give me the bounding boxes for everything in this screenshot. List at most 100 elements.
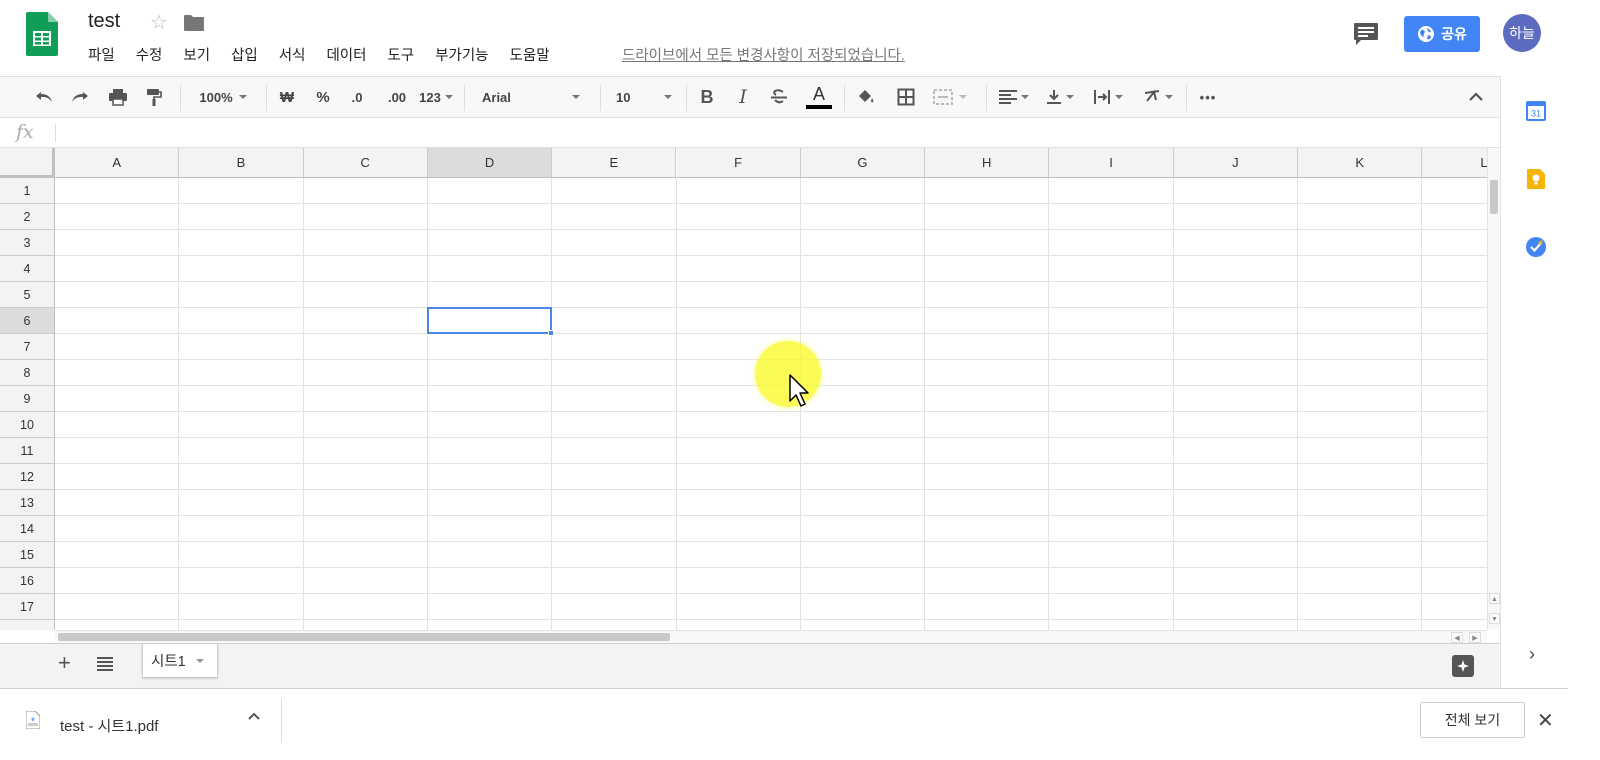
increase-decimal-button[interactable]: .00 (380, 77, 414, 117)
scroll-right-button[interactable]: ▶ (1469, 632, 1481, 643)
more-button[interactable]: ••• (1194, 77, 1222, 117)
font-size-select[interactable]: 10 (608, 77, 680, 117)
add-sheet-button[interactable]: + (58, 650, 71, 676)
show-all-downloads-button[interactable]: 전체 보기 (1420, 702, 1525, 738)
row-header-1[interactable]: 1 (0, 178, 55, 204)
decrease-decimal-button[interactable]: .0 (342, 77, 372, 117)
menu-insert[interactable]: 삽입 (231, 44, 258, 65)
column-header-h[interactable]: H (925, 148, 1050, 178)
menu-view[interactable]: 보기 (183, 44, 210, 65)
row-header-14[interactable]: 14 (0, 516, 55, 542)
column-header-f[interactable]: F (676, 148, 801, 178)
percent-format-button[interactable]: % (310, 77, 336, 117)
row-header-10[interactable]: 10 (0, 412, 55, 438)
close-icon[interactable]: ✕ (1537, 708, 1554, 733)
row-header-partial[interactable] (0, 620, 55, 630)
column-header-l[interactable]: L (1422, 148, 1487, 178)
menu-addons[interactable]: 부가기능 (435, 44, 488, 65)
merge-cells-button[interactable] (928, 77, 972, 117)
italic-glyph: I (739, 86, 747, 108)
vertical-scrollbar[interactable]: ▲ ▼ (1487, 148, 1500, 630)
explore-button[interactable] (1452, 655, 1474, 677)
menu-help[interactable]: 도움말 (510, 44, 550, 65)
sheets-logo-icon[interactable] (26, 12, 58, 56)
font-family-select[interactable]: Arial (472, 77, 590, 117)
column-header-e[interactable]: E (552, 148, 677, 178)
column-header-b[interactable]: B (179, 148, 304, 178)
all-sheets-list-icon[interactable] (97, 657, 113, 671)
row-header-17[interactable]: 17 (0, 594, 55, 620)
horizontal-align-button[interactable] (994, 77, 1034, 117)
download-filename[interactable]: test - 시트1.pdf (60, 715, 158, 736)
row-header-5[interactable]: 5 (0, 282, 55, 308)
horizontal-scroll-thumb[interactable] (58, 633, 670, 641)
chevron-down-icon[interactable] (195, 658, 204, 663)
currency-format-button[interactable]: ₩ (274, 77, 300, 117)
scroll-left-button[interactable]: ◀ (1451, 632, 1463, 643)
menu-data[interactable]: 데이터 (326, 44, 366, 65)
column-header-i[interactable]: I (1049, 148, 1174, 178)
fill-color-button[interactable] (852, 77, 880, 117)
row-header-15[interactable]: 15 (0, 542, 55, 568)
calendar-icon[interactable]: 31 (1525, 100, 1547, 122)
menu-format[interactable]: 서식 (279, 44, 306, 65)
text-color-button[interactable]: A (804, 77, 834, 117)
zoom-select[interactable]: 100% (188, 77, 258, 117)
vertical-scroll-thumb[interactable] (1490, 180, 1498, 214)
row-header-2[interactable]: 2 (0, 204, 55, 230)
strikethrough-button[interactable] (766, 77, 792, 117)
share-button[interactable]: 공유 (1404, 16, 1480, 52)
menu-file[interactable]: 파일 (88, 44, 115, 65)
column-header-d[interactable]: D (427, 148, 553, 178)
print-button[interactable] (104, 77, 132, 117)
document-title[interactable]: test (88, 10, 120, 33)
chevron-up-icon[interactable] (247, 711, 261, 721)
collapse-menus-button[interactable] (1462, 77, 1490, 117)
column-header-g[interactable]: G (800, 148, 926, 178)
menu-tools[interactable]: 도구 (387, 44, 414, 65)
account-avatar[interactable]: 하늘 (1503, 14, 1541, 52)
row-header-12[interactable]: 12 (0, 464, 55, 490)
folder-icon[interactable] (183, 14, 205, 32)
text-rotation-button[interactable] (1136, 77, 1180, 117)
bold-button[interactable]: B (694, 77, 720, 117)
horizontal-scrollbar[interactable]: ◀ ▶ (55, 630, 1487, 643)
column-header-a[interactable]: A (55, 148, 180, 178)
row-header-6[interactable]: 6 (0, 308, 55, 334)
row-header-4[interactable]: 4 (0, 256, 55, 282)
expand-side-panel-icon[interactable]: › (1529, 644, 1535, 665)
column-header-k[interactable]: K (1298, 148, 1423, 178)
borders-button[interactable] (892, 77, 920, 117)
scroll-down-button[interactable]: ▼ (1489, 613, 1500, 624)
row-header-13[interactable]: 13 (0, 490, 55, 516)
undo-button[interactable] (30, 77, 58, 117)
italic-button[interactable]: I (730, 77, 756, 117)
keep-icon[interactable] (1525, 168, 1547, 190)
formula-input[interactable] (60, 118, 1480, 147)
column-header-j[interactable]: J (1173, 148, 1298, 178)
column-header-c[interactable]: C (303, 148, 428, 178)
paint-format-button[interactable] (140, 77, 168, 117)
menu-edit[interactable]: 수정 (136, 44, 163, 65)
tasks-icon[interactable] (1525, 236, 1547, 258)
comments-icon[interactable] (1353, 22, 1379, 46)
save-status-link[interactable]: 드라이브에서 모든 변경사항이 저장되었습니다. (622, 44, 905, 65)
fill-handle[interactable] (548, 330, 555, 336)
scroll-up-button[interactable]: ▲ (1489, 593, 1500, 604)
active-cell-selection[interactable] (426, 307, 553, 334)
sheet-tab[interactable]: 시트1 (142, 644, 218, 678)
row-header-16[interactable]: 16 (0, 568, 55, 594)
vertical-align-button[interactable] (1040, 77, 1080, 117)
row-header-11[interactable]: 11 (0, 438, 55, 464)
select-all-corner[interactable] (0, 148, 55, 178)
spreadsheet-grid[interactable]: A B C D E F G H I J K L 1 2 3 4 5 6 7 8 9 10 11 12 13 14 15 16 17 (0, 148, 1487, 630)
redo-button[interactable] (66, 77, 94, 117)
row-header-9[interactable]: 9 (0, 386, 55, 412)
star-icon[interactable]: ☆ (150, 10, 168, 35)
toolbar-separator (686, 85, 687, 111)
row-header-3[interactable]: 3 (0, 230, 55, 256)
number-format-select[interactable]: 123 (416, 77, 456, 117)
row-header-8[interactable]: 8 (0, 360, 55, 386)
row-header-7[interactable]: 7 (0, 334, 55, 360)
text-wrap-button[interactable] (1086, 77, 1130, 117)
